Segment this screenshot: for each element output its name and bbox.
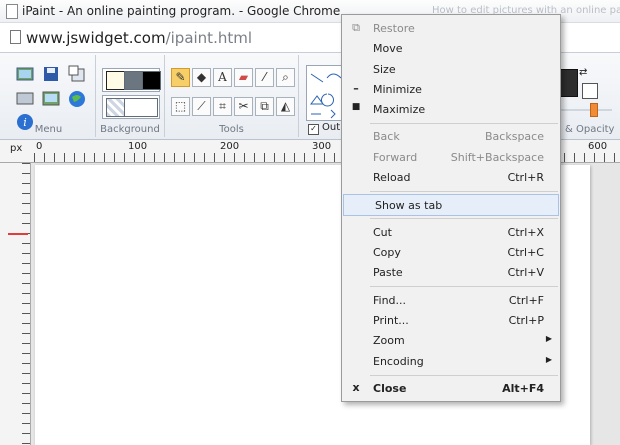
opacity-slider-thumb[interactable] [590, 103, 598, 117]
background-color-swatch[interactable] [582, 83, 598, 99]
menu-item-reload[interactable]: Reload Ctrl+R [342, 167, 560, 187]
outline-checkbox[interactable]: ✓ [308, 124, 319, 135]
brush-tool[interactable]: ⟋ [192, 97, 211, 116]
menu-separator [370, 123, 558, 124]
outline-label: Out [322, 122, 341, 133]
vertical-ruler [0, 163, 31, 445]
ruler-unit: px [10, 143, 23, 154]
menu-item-restore[interactable]: ⧉ Restore [342, 18, 560, 38]
menu-item-minimize[interactable]: – Minimize [342, 79, 560, 99]
fill-tool[interactable]: ◆ [192, 68, 211, 87]
zoom-tool[interactable]: ⌕ [276, 68, 295, 87]
menu-item-size[interactable]: Size [342, 59, 560, 79]
color-picker-tool[interactable]: ⁄ [255, 68, 274, 87]
select-tool[interactable]: ⬚ [171, 97, 190, 116]
menu-group-label: Menu [34, 124, 63, 135]
url-path: /ipaint.html [165, 29, 253, 47]
menu-item-find[interactable]: Find... Ctrl+F [342, 290, 560, 310]
tools-group-label: Tools [219, 124, 244, 135]
cut-tool[interactable]: ✂ [234, 97, 253, 116]
screen-icon[interactable] [16, 90, 34, 108]
export-icon[interactable] [68, 65, 86, 83]
submenu-arrow-icon: ▶ [545, 334, 552, 343]
ruler-label: 600 [588, 141, 608, 152]
menu-item-paste[interactable]: Paste Ctrl+V [342, 262, 560, 282]
menu-separator [370, 375, 558, 376]
ruler-label: 200 [220, 141, 240, 152]
menu-item-move[interactable]: Move [342, 38, 560, 58]
shapes-group: ✓ Out [300, 55, 346, 137]
swap-colors-icon[interactable]: ⇄ [579, 67, 587, 78]
url-domain: www.jswidget.com [26, 29, 166, 47]
color-opacity-group: ⇄ & Opacity [560, 55, 620, 137]
save-icon[interactable] [42, 65, 60, 83]
window-title: iPaint - An online painting program. - G… [22, 4, 341, 18]
cursor-position-marker [8, 233, 28, 235]
menu-separator [370, 191, 558, 192]
menu-separator [370, 286, 558, 287]
eraser-tool[interactable]: ▰ [234, 68, 253, 87]
ruler-label: 300 [312, 141, 332, 152]
menu-item-back[interactable]: Back Backspace [342, 126, 560, 146]
ruler-ticks [22, 163, 30, 445]
crop-tool[interactable]: ⌗ [213, 97, 232, 116]
page-icon [10, 30, 21, 44]
shapes-gallery[interactable] [306, 65, 346, 121]
menu-item-encoding[interactable]: Encoding ▶ [342, 351, 560, 371]
background-group-label: Background [100, 124, 160, 135]
restore-icon: ⧉ [352, 21, 360, 34]
submenu-arrow-icon: ▶ [545, 355, 552, 364]
shapes-icon [310, 73, 342, 119]
resize-tool[interactable]: ⧉ [255, 97, 274, 116]
gray-swatch[interactable] [124, 71, 143, 90]
menu-item-maximize[interactable]: ■ Maximize [342, 99, 560, 119]
menu-group: i Menu [2, 55, 96, 137]
window-context-menu: ⧉ Restore Move Size – Minimize ■ Maximiz… [341, 14, 561, 402]
menu-item-copy[interactable]: Copy Ctrl+C [342, 242, 560, 262]
menu-item-close[interactable]: x Close Alt+F4 [342, 378, 560, 398]
opacity-slider[interactable] [560, 109, 612, 111]
page-icon [6, 4, 18, 19]
foreground-color-swatch[interactable] [560, 69, 578, 97]
black-swatch[interactable] [142, 71, 161, 90]
white-swatch[interactable] [106, 71, 125, 90]
menu-item-forward[interactable]: Forward Shift+Backspace [342, 147, 560, 167]
tools-group: ✎ ◆ A ▰ ⁄ ⌕ ⬚ ⟋ ⌗ ✂ ⧉ ◭ Tools [165, 55, 299, 137]
rotate-tool[interactable]: ◭ [276, 97, 295, 116]
url-text[interactable]: www.jswidget.com/ipaint.html [26, 29, 252, 47]
pattern-swatch-bar [102, 95, 160, 119]
menu-item-show-as-tab[interactable]: Show as tab [343, 194, 559, 216]
globe-icon[interactable] [68, 90, 86, 108]
blank-swatch[interactable] [124, 98, 158, 117]
color-swatch-bar [102, 68, 161, 92]
picture-icon[interactable] [42, 90, 60, 108]
menu-separator [370, 218, 558, 219]
ruler-label: 100 [128, 141, 148, 152]
pencil-tool[interactable]: ✎ [171, 68, 190, 87]
maximize-icon: ■ [351, 102, 361, 112]
open-image-icon[interactable] [16, 65, 34, 83]
menu-item-zoom[interactable]: Zoom ▶ [342, 330, 560, 350]
background-group: Background [96, 55, 165, 137]
text-tool[interactable]: A [213, 68, 232, 87]
opacity-group-label: & Opacity [565, 124, 615, 135]
menu-item-cut[interactable]: Cut Ctrl+X [342, 222, 560, 242]
menu-item-print[interactable]: Print... Ctrl+P [342, 310, 560, 330]
close-icon: x [352, 381, 360, 394]
ruler-label: 0 [36, 141, 43, 152]
minimize-icon: – [353, 82, 359, 95]
pattern-swatch[interactable] [106, 98, 125, 117]
